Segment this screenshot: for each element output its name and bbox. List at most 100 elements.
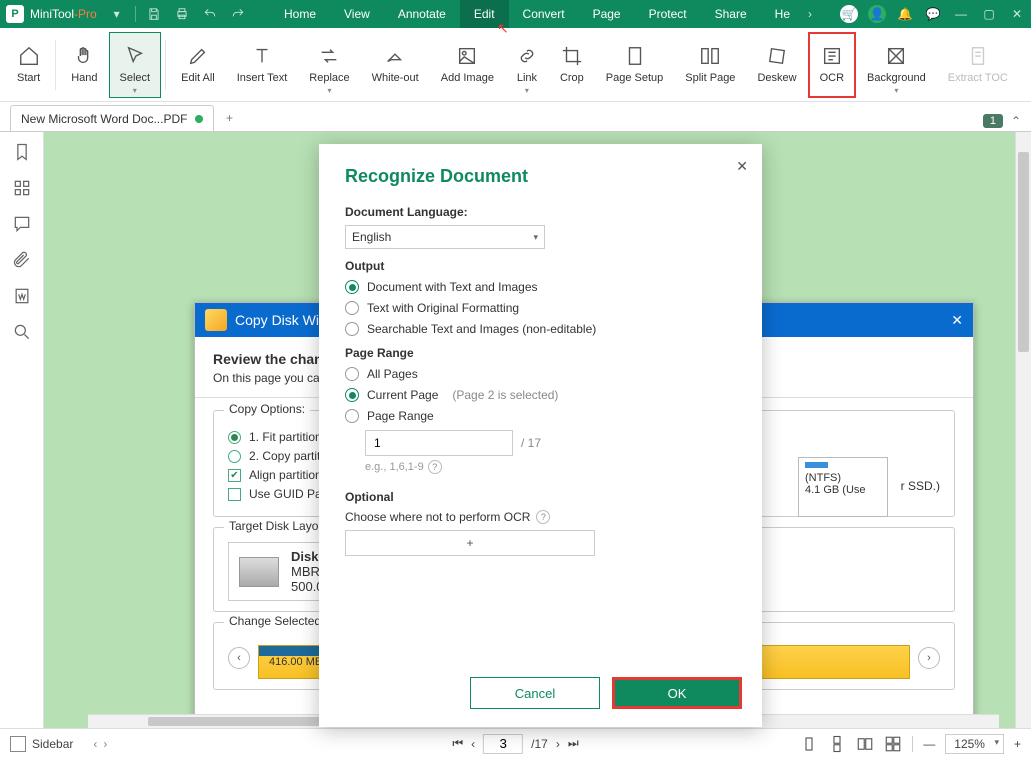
menu-view[interactable]: View: [330, 0, 384, 28]
editall-button[interactable]: Edit All: [170, 32, 226, 98]
window-controls: 🛒 👤 🔔 💬 — ▢ ✕: [835, 0, 1031, 28]
extract-button: Extract TOC: [937, 32, 1019, 98]
page-range-input[interactable]: [365, 430, 513, 456]
add-exclusion-button[interactable]: +: [345, 530, 595, 556]
user-icon[interactable]: 👤: [863, 0, 891, 28]
zoom-select[interactable]: 125%: [945, 734, 1004, 754]
cart-icon[interactable]: 🛒: [835, 0, 863, 28]
replace-button[interactable]: Replace▾: [298, 32, 360, 98]
output-option-text[interactable]: Text with Original Formatting: [345, 301, 736, 315]
menu-more-icon[interactable]: ›: [804, 7, 816, 21]
menu-home[interactable]: Home: [270, 0, 330, 28]
tab-count-badge[interactable]: 1: [983, 114, 1003, 128]
range-current-page[interactable]: Current Page(Page 2 is selected): [345, 388, 736, 402]
menu-annotate[interactable]: Annotate: [384, 0, 460, 28]
help-icon[interactable]: ?: [536, 510, 550, 524]
separator: [165, 40, 166, 90]
new-tab-button[interactable]: +: [220, 109, 238, 127]
close-icon[interactable]: ✕: [1003, 0, 1031, 28]
language-select[interactable]: English: [345, 225, 545, 249]
search-icon[interactable]: [12, 322, 32, 342]
sidebar-label: Sidebar: [32, 737, 73, 751]
separator: [912, 736, 913, 752]
target-disk-legend: Target Disk Layou: [224, 519, 330, 533]
ok-button[interactable]: OK: [612, 677, 742, 709]
bookmarks-icon[interactable]: [12, 142, 32, 162]
page-number-input[interactable]: [483, 734, 523, 754]
zoom-in-icon[interactable]: +: [1014, 737, 1021, 751]
print-icon[interactable]: [170, 2, 194, 26]
maximize-icon[interactable]: ▢: [975, 0, 1003, 28]
save-icon[interactable]: [142, 2, 166, 26]
range-all-pages[interactable]: All Pages: [345, 367, 736, 381]
menu-share[interactable]: Share: [701, 0, 761, 28]
language-label: Document Language:: [345, 205, 736, 219]
app-title: MiniTool-Pro: [30, 7, 97, 21]
minimize-icon[interactable]: —: [947, 0, 975, 28]
next-page-icon[interactable]: ›: [556, 737, 560, 751]
menu-convert[interactable]: Convert: [509, 0, 579, 28]
link-button[interactable]: Link▾: [505, 32, 549, 98]
comments-icon[interactable]: [12, 214, 32, 234]
whiteout-button[interactable]: White-out: [361, 32, 430, 98]
view-single-icon[interactable]: [800, 735, 818, 753]
output-label: Output: [345, 259, 736, 273]
disk-icon: [239, 557, 279, 587]
app-logo-icon: P: [6, 5, 24, 23]
view-grid-icon[interactable]: [884, 735, 902, 753]
cancel-button[interactable]: Cancel: [470, 677, 600, 709]
attachments-icon[interactable]: [12, 250, 32, 270]
menu-help[interactable]: He: [761, 0, 804, 28]
view-continuous-icon[interactable]: [828, 735, 846, 753]
page-total: / 17: [521, 436, 541, 450]
crop-button[interactable]: Crop: [549, 32, 595, 98]
view-facing-icon[interactable]: [856, 735, 874, 753]
zoom-out-icon[interactable]: —: [923, 737, 935, 751]
next-layout-icon[interactable]: ›: [103, 737, 107, 751]
menu-edit[interactable]: Edit: [460, 0, 509, 28]
left-rail: [0, 132, 44, 728]
prev-layout-icon[interactable]: ‹: [93, 737, 97, 751]
word-icon[interactable]: [12, 286, 32, 306]
notification-icon[interactable]: 🔔: [891, 0, 919, 28]
start-button[interactable]: Start: [6, 32, 51, 98]
wizard-icon: [205, 309, 227, 331]
wizard-close-icon[interactable]: ✕: [951, 312, 963, 329]
splitpage-button[interactable]: Split Page: [674, 32, 746, 98]
addimage-button[interactable]: Add Image: [430, 32, 505, 98]
range-custom[interactable]: Page Range: [345, 409, 736, 423]
scroll-left-button[interactable]: ‹: [228, 647, 250, 669]
background-button[interactable]: Background▾: [856, 32, 937, 98]
output-option-document[interactable]: Document with Text and Images: [345, 280, 736, 294]
scroll-right-button[interactable]: ›: [918, 647, 940, 669]
thumbnails-icon[interactable]: [12, 178, 32, 198]
menu-bar: Home View Annotate Edit Convert Page Pro…: [270, 0, 901, 28]
undo-icon[interactable]: [198, 2, 222, 26]
sidebar-toggle-icon[interactable]: [10, 736, 26, 752]
dropdown-icon[interactable]: ▾: [105, 2, 129, 26]
page-range-label: Page Range: [345, 346, 736, 360]
redo-icon[interactable]: [226, 2, 250, 26]
modified-dot-icon: [195, 115, 203, 123]
output-option-searchable[interactable]: Searchable Text and Images (non-editable…: [345, 322, 736, 336]
ntfs-partition-box[interactable]: (NTFS) 4.1 GB (Use: [798, 457, 888, 517]
hand-button[interactable]: Hand: [60, 32, 108, 98]
vertical-scrollbar[interactable]: [1015, 132, 1031, 728]
chat-icon[interactable]: 💬: [919, 0, 947, 28]
prev-page-icon[interactable]: ‹: [471, 737, 475, 751]
dialog-close-icon[interactable]: ✕: [736, 158, 748, 175]
ribbon-toolbar: Start Hand Select▾ Edit All Insert Text …: [0, 28, 1031, 102]
menu-protect[interactable]: Protect: [635, 0, 701, 28]
ocr-button[interactable]: OCR: [808, 32, 856, 98]
help-icon[interactable]: ?: [428, 460, 442, 474]
tab-dropdown-icon[interactable]: ⌃: [1011, 114, 1021, 128]
document-tab[interactable]: New Microsoft Word Doc...PDF: [10, 105, 214, 131]
pagesetup-button[interactable]: Page Setup: [595, 32, 675, 98]
inserttext-button[interactable]: Insert Text: [226, 32, 299, 98]
dialog-title: Recognize Document: [345, 166, 736, 187]
last-page-icon[interactable]: ⏭: [568, 736, 579, 751]
select-button[interactable]: Select▾: [109, 32, 162, 98]
menu-page[interactable]: Page: [579, 0, 635, 28]
deskew-button[interactable]: Deskew: [746, 32, 807, 98]
first-page-icon[interactable]: ⏮: [452, 736, 463, 751]
